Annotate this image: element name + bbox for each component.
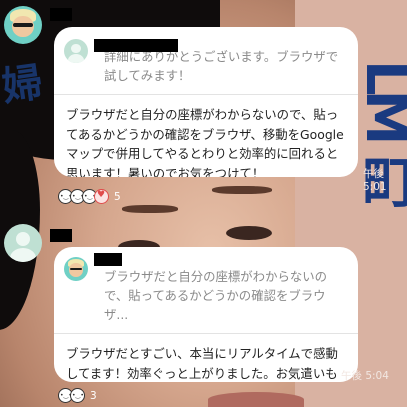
message-bubble-2[interactable]: ブラウザだと自分の座標がわからないので、貼ってあるかどうかの確認をブラウザ...… (54, 247, 358, 382)
reaction-count: 3 (90, 389, 97, 402)
background-left-char: 婦 (0, 59, 46, 111)
quoted-reply[interactable]: ブラウザだと自分の座標がわからないので、貼ってあるかどうかの確認をブラウザ... (54, 247, 358, 333)
quoted-user-avatar (64, 39, 88, 63)
sender-avatar[interactable] (4, 6, 42, 44)
reaction-bar[interactable]: 5 (58, 189, 121, 204)
message-text: ブラウザだと自分の座標がわからないので、貼ってあるかどうかの確認をブラウザ、移動… (66, 107, 344, 177)
default-user-avatar[interactable] (4, 224, 42, 262)
message-timestamp: 午後 5:01 (363, 168, 387, 193)
message-timestamp: 午後 5:04 (341, 370, 389, 382)
smile-reaction-icon[interactable] (70, 388, 85, 403)
quoted-text: ブラウザだと自分の座標がわからないので、貼ってあるかどうかの確認をブラウザ... (104, 269, 328, 322)
sender-name-redacted (50, 229, 72, 242)
heart-reaction-icon[interactable] (94, 189, 109, 204)
message-text: ブラウザだとすごい、本当にリアルタイムで感動してます！効率ぐっと上がりました。お… (66, 346, 338, 381)
quoted-user-name-redacted (94, 253, 122, 266)
message-bubble-1[interactable]: 詳細にありがとうございます。ブラウザで試してみます！ ブラウザだと自分の座標がわ… (54, 27, 358, 177)
quoted-reply[interactable]: 詳細にありがとうございます。ブラウザで試してみます！ (54, 27, 358, 94)
reaction-bar[interactable]: 3 (58, 388, 97, 403)
reaction-count: 5 (114, 190, 121, 203)
quoted-user-name-redacted (94, 39, 178, 52)
quoted-user-avatar (64, 257, 88, 281)
sender-name-redacted (50, 8, 72, 21)
